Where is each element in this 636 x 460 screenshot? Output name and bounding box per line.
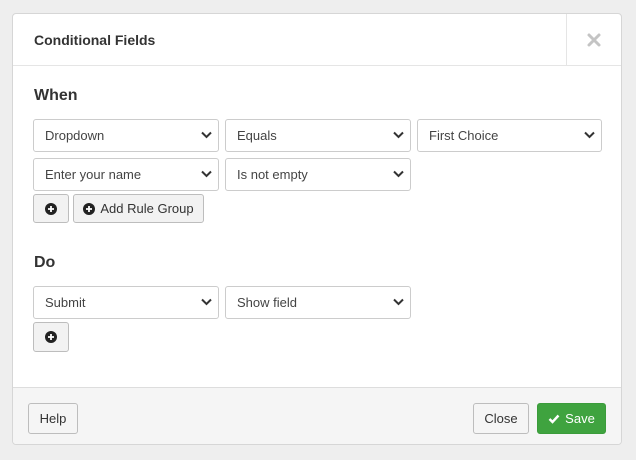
action-1-field-value: Submit <box>45 295 86 310</box>
close-dialog-button[interactable]: Close <box>473 403 529 434</box>
dialog-title: Conditional Fields <box>34 32 156 48</box>
rule-2-operator-value: Is not empty <box>237 167 308 182</box>
rule-1-field-select[interactable]: Dropdown <box>33 119 219 152</box>
rule-1-operator-select[interactable]: Equals <box>225 119 411 152</box>
plus-circle-icon <box>45 331 57 343</box>
save-button-label: Save <box>565 411 595 426</box>
save-button[interactable]: Save <box>537 403 606 434</box>
rule-2-field-value: Enter your name <box>45 167 142 182</box>
when-section-title: When <box>34 87 78 104</box>
action-1-field-select[interactable]: Submit <box>33 286 219 319</box>
chevron-down-icon <box>201 170 212 178</box>
rule-1-value-value: First Choice <box>429 128 499 143</box>
action-1-action-value: Show field <box>237 295 297 310</box>
close-icon <box>587 33 601 47</box>
chevron-down-icon <box>584 131 595 139</box>
close-button-label: Close <box>484 411 518 426</box>
chevron-down-icon <box>393 131 404 139</box>
dialog-header: Conditional Fields <box>13 14 621 66</box>
help-button[interactable]: Help <box>28 403 78 434</box>
add-action-button[interactable] <box>33 322 69 352</box>
action-1-action-select[interactable]: Show field <box>225 286 411 319</box>
chevron-down-icon <box>201 298 212 306</box>
chevron-down-icon <box>201 131 212 139</box>
conditional-fields-dialog: Conditional Fields When Dropdown Equals … <box>12 13 622 445</box>
plus-circle-icon <box>45 202 57 215</box>
rule-1-operator-value: Equals <box>237 128 277 143</box>
dialog-footer: Help Close Save <box>13 387 621 444</box>
do-section-title: Do <box>34 254 56 271</box>
add-rule-button[interactable] <box>33 194 69 223</box>
add-rule-group-label: Add Rule Group <box>100 201 194 216</box>
rule-2-operator-select[interactable]: Is not empty <box>225 158 411 191</box>
rule-2-field-select[interactable]: Enter your name <box>33 158 219 191</box>
chevron-down-icon <box>393 170 404 178</box>
rule-1-field-value: Dropdown <box>45 128 105 143</box>
rule-1-value-select[interactable]: First Choice <box>417 119 602 152</box>
close-button[interactable] <box>566 14 621 66</box>
plus-circle-icon <box>83 202 96 215</box>
add-rule-group-button[interactable]: Add Rule Group <box>73 194 204 223</box>
help-button-label: Help <box>39 411 67 426</box>
check-icon <box>548 414 560 424</box>
chevron-down-icon <box>393 298 404 306</box>
